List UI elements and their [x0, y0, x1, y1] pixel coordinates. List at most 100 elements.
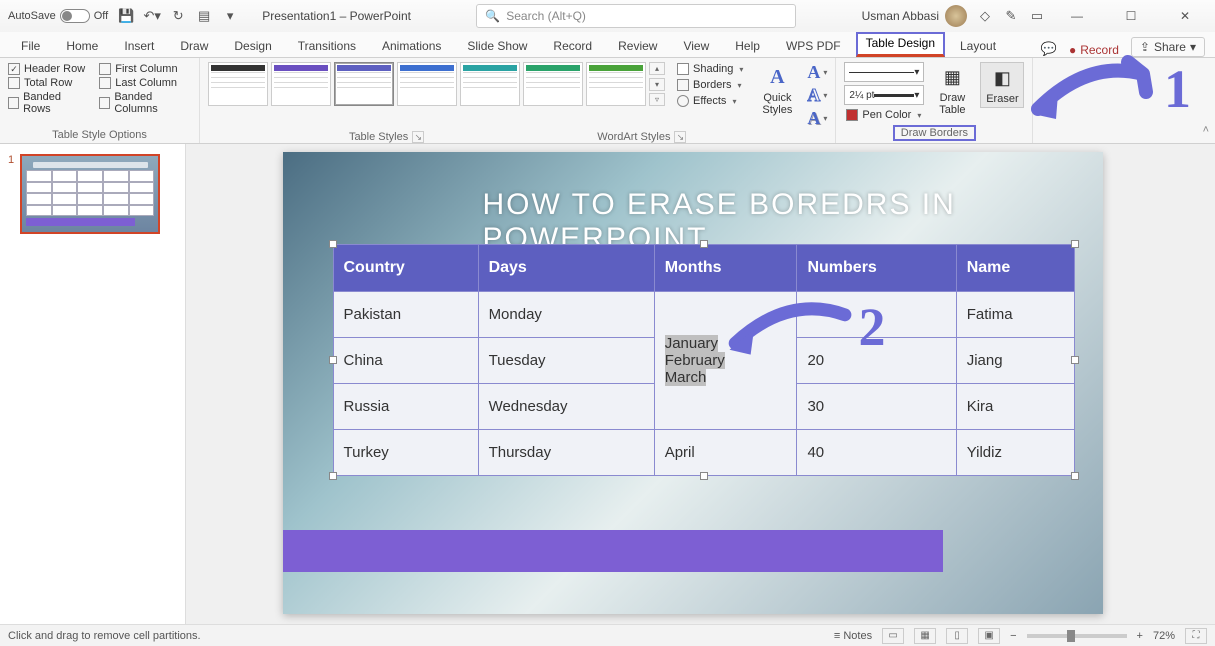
style-thumb-3[interactable] — [334, 62, 394, 106]
pen-weight-select[interactable]: 2¼ pt▾ — [844, 85, 924, 105]
title-bar: AutoSave Off 💾 ↶▾ ↻ ▤ ▾ Presentation1 – … — [0, 0, 1215, 32]
style-thumb-6[interactable] — [523, 62, 583, 106]
group-label-table-styles: Table Styles↘ WordArt Styles↘ — [208, 129, 827, 143]
pen-color-button[interactable]: Pen Color▾ — [844, 108, 924, 122]
chk-total-row[interactable]: Total Row — [8, 76, 85, 90]
notes-button[interactable]: ≡ Notes — [834, 630, 872, 642]
chk-banded-columns[interactable]: Banded Columns — [99, 90, 191, 116]
tab-transitions[interactable]: Transitions — [287, 34, 367, 57]
account-button[interactable]: Usman Abbasi — [862, 5, 967, 27]
data-table[interactable]: Country Days Months Numbers Name Pakista… — [333, 244, 1075, 476]
zoom-out-button[interactable]: − — [1010, 630, 1016, 642]
chk-header-row[interactable]: ✓Header Row — [8, 62, 85, 76]
minimize-button[interactable]: — — [1055, 1, 1099, 31]
shading-button[interactable]: Shading▾ — [675, 62, 745, 76]
style-thumb-4[interactable] — [397, 62, 457, 106]
share-label: Share — [1154, 40, 1186, 54]
avatar — [945, 5, 967, 27]
merged-months-cell[interactable]: JanuaryFebruaryMarch — [654, 292, 797, 430]
tab-insert[interactable]: Insert — [113, 34, 165, 57]
toggle-switch[interactable] — [60, 9, 90, 23]
autosave-state: Off — [94, 10, 108, 22]
document-title: Presentation1 – PowerPoint — [262, 9, 411, 23]
status-hint: Click and drag to remove cell partitions… — [8, 630, 201, 642]
chk-banded-rows[interactable]: Banded Rows — [8, 90, 85, 116]
search-input[interactable]: 🔍 Search (Alt+Q) — [476, 4, 796, 28]
slide-panel[interactable]: 1 — [0, 144, 186, 624]
style-thumb-1[interactable] — [208, 62, 268, 106]
work-area: 1 HOW TO ERASE BOREDRS IN POWERPOINT Cou… — [0, 144, 1215, 624]
tab-design[interactable]: Design — [223, 34, 282, 57]
save-icon[interactable]: 💾 — [118, 8, 134, 24]
zoom-slider[interactable] — [1027, 634, 1127, 638]
ribbon-display-icon[interactable]: ▭ — [1029, 8, 1045, 24]
present-icon[interactable]: ▤ — [196, 8, 212, 24]
tab-wpspdf[interactable]: WPS PDF — [775, 34, 852, 57]
undo-icon[interactable]: ↶▾ — [144, 8, 160, 24]
slide-thumbnail-1[interactable]: 1 — [8, 154, 177, 234]
zoom-in-button[interactable]: + — [1137, 630, 1143, 642]
tab-draw[interactable]: Draw — [169, 34, 219, 57]
comments-icon[interactable]: 💬 — [1041, 41, 1057, 57]
chk-last-column[interactable]: Last Column — [99, 76, 191, 90]
status-bar: Click and drag to remove cell partitions… — [0, 624, 1215, 646]
style-thumb-2[interactable] — [271, 62, 331, 106]
text-outline-button[interactable]: A▾ — [807, 85, 827, 106]
table-row[interactable]: Pakistan Monday JanuaryFebruaryMarch Fat… — [333, 292, 1074, 338]
chk-first-column[interactable]: First Column — [99, 62, 191, 76]
view-slideshow-icon[interactable]: ▣ — [978, 628, 1000, 644]
borders-button[interactable]: Borders▾ — [675, 78, 745, 92]
view-sorter-icon[interactable]: ▦ — [914, 628, 936, 644]
pen-style-select[interactable]: ▾ — [844, 62, 924, 82]
style-thumb-5[interactable] — [460, 62, 520, 106]
maximize-button[interactable]: ☐ — [1109, 1, 1153, 31]
wordart-launcher[interactable]: ↘ — [674, 131, 686, 143]
search-placeholder: Search (Alt+Q) — [506, 9, 586, 23]
share-button[interactable]: ⇪ Share ▾ — [1131, 37, 1205, 57]
styles-launcher[interactable]: ↘ — [412, 131, 424, 143]
tab-home[interactable]: Home — [55, 34, 109, 57]
draw-table-icon: ▦ — [939, 64, 965, 90]
diamond-icon[interactable]: ◇ — [977, 8, 993, 24]
effects-button[interactable]: Effects▾ — [675, 94, 745, 108]
draw-table-button[interactable]: ▦ Draw Table — [930, 62, 974, 118]
user-name: Usman Abbasi — [862, 9, 939, 23]
view-normal-icon[interactable]: ▭ — [882, 628, 904, 644]
table-style-gallery[interactable]: ▴▾▿ — [208, 62, 665, 106]
th-country[interactable]: Country — [333, 245, 478, 292]
quick-styles-button[interactable]: A Quick Styles — [755, 62, 799, 118]
text-effects-button[interactable]: A▾ — [807, 108, 827, 129]
tab-view[interactable]: View — [672, 34, 720, 57]
table-object[interactable]: Country Days Months Numbers Name Pakista… — [333, 244, 1075, 476]
table-row[interactable]: Turkey Thursday April 40 Yildiz — [333, 430, 1074, 476]
record-button[interactable]: ● Record — [1061, 43, 1127, 57]
gallery-scroll[interactable]: ▴▾▿ — [649, 62, 665, 106]
th-months[interactable]: Months — [654, 245, 797, 292]
tab-animations[interactable]: Animations — [371, 34, 452, 57]
tab-table-design[interactable]: Table Design — [856, 32, 945, 57]
style-thumb-7[interactable] — [586, 62, 646, 106]
autosave-toggle[interactable]: AutoSave Off — [8, 9, 108, 23]
th-numbers[interactable]: Numbers — [797, 245, 956, 292]
fit-to-window-icon[interactable]: ⛶ — [1185, 628, 1207, 644]
purple-shape[interactable] — [283, 530, 943, 572]
slide[interactable]: HOW TO ERASE BOREDRS IN POWERPOINT Count… — [283, 152, 1103, 614]
view-reading-icon[interactable]: ▯ — [946, 628, 968, 644]
collapse-ribbon-icon[interactable]: ˄ — [1203, 124, 1209, 136]
qat-customize-icon[interactable]: ▾ — [222, 8, 238, 24]
close-button[interactable]: ✕ — [1163, 1, 1207, 31]
tab-slideshow[interactable]: Slide Show — [456, 34, 538, 57]
tab-layout[interactable]: Layout — [949, 34, 1007, 57]
tab-record[interactable]: Record — [542, 34, 603, 57]
borders-icon — [677, 79, 689, 91]
text-fill-button[interactable]: A▾ — [807, 62, 827, 83]
redo-icon[interactable]: ↻ — [170, 8, 186, 24]
eraser-button[interactable]: ◧ Eraser — [980, 62, 1024, 108]
pen-icon[interactable]: ✎ — [1003, 8, 1019, 24]
th-name[interactable]: Name — [956, 245, 1074, 292]
tab-review[interactable]: Review — [607, 34, 668, 57]
tab-help[interactable]: Help — [724, 34, 771, 57]
slide-canvas[interactable]: HOW TO ERASE BOREDRS IN POWERPOINT Count… — [186, 144, 1199, 624]
tab-file[interactable]: File — [10, 34, 51, 57]
th-days[interactable]: Days — [478, 245, 654, 292]
